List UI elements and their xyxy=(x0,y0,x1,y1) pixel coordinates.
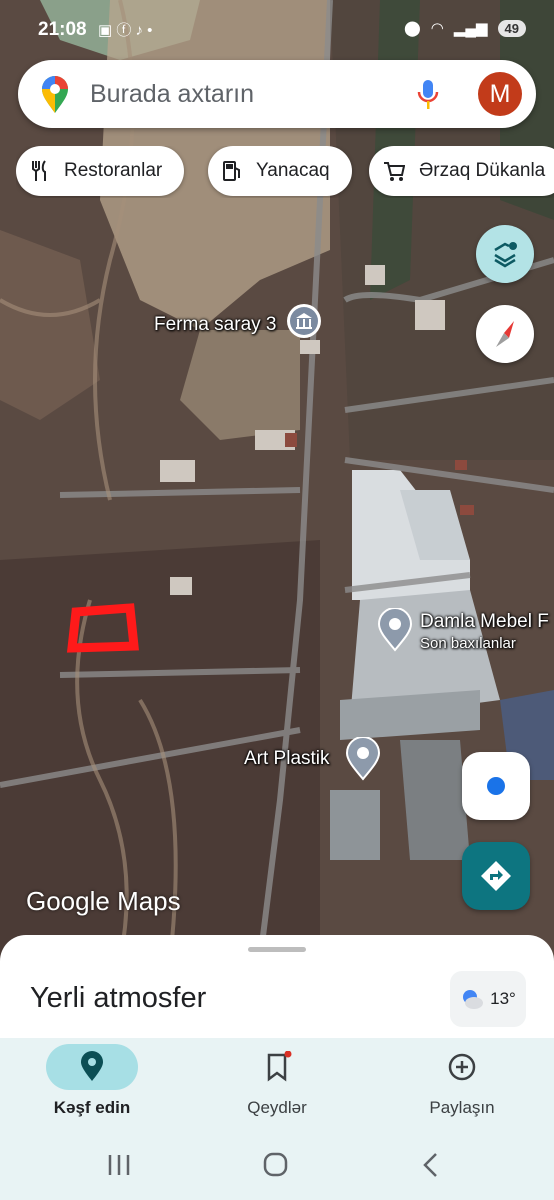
place-pin-icon[interactable] xyxy=(343,737,383,781)
gas-station-icon xyxy=(222,159,242,183)
compass-button[interactable] xyxy=(476,305,534,363)
sheet-drag-handle[interactable] xyxy=(248,947,306,952)
add-circle-icon xyxy=(448,1053,476,1081)
nav-label-contribute: Paylaşın xyxy=(429,1098,495,1117)
nav-label-saved: Qeydlər xyxy=(247,1098,307,1117)
status-right-icons: ⬤ ◠ ▂▄▆ 49 xyxy=(404,19,526,37)
search-bar[interactable]: Burada axtarın M xyxy=(18,60,536,128)
location-dot-icon xyxy=(487,777,505,795)
grocery-cart-icon xyxy=(383,159,405,183)
my-location-button[interactable] xyxy=(462,752,530,820)
directions-icon xyxy=(481,861,511,891)
place-pin-icon[interactable] xyxy=(375,608,415,652)
layers-icon xyxy=(494,242,517,268)
bottom-sheet[interactable]: Yerli atmosfer 13° xyxy=(0,935,554,1050)
bottom-navigation: Kəşf edin Qeydlər Paylaşın xyxy=(0,1038,554,1130)
home-icon[interactable] xyxy=(262,1152,290,1178)
nav-label-explore: Kəşf edin xyxy=(53,1098,131,1117)
place-sublabel-damla: Son baxılanlar xyxy=(420,635,516,652)
satellite-map[interactable]: Ferma saray 3 Damla Mebel F Son baxılanl… xyxy=(0,0,554,960)
location-status-icon: ⬤ xyxy=(403,20,421,37)
nav-explore[interactable]: Kəşf edin xyxy=(0,1038,184,1130)
nav-saved[interactable]: Qeydlər xyxy=(185,1038,369,1130)
chip-grocery[interactable]: Ərzaq Dükanla xyxy=(369,146,554,196)
status-notification-icons: ▣ ⓕ ♪ • xyxy=(98,22,153,39)
bookmark-icon xyxy=(267,1051,292,1082)
search-input[interactable]: Burada axtarın xyxy=(90,80,254,109)
google-maps-logo: Google Maps xyxy=(26,886,181,916)
compass-icon xyxy=(496,321,514,347)
system-navigation-bar xyxy=(0,1130,554,1200)
nav-contribute[interactable]: Paylaşın xyxy=(370,1038,554,1130)
weather-chip[interactable]: 13° xyxy=(450,971,526,1027)
wifi-icon: ◠ xyxy=(430,20,444,37)
chip-restaurants[interactable]: Restoranlar xyxy=(16,146,185,196)
layers-button[interactable] xyxy=(476,225,534,283)
back-icon[interactable] xyxy=(418,1152,446,1178)
restaurant-icon xyxy=(30,159,50,183)
google-maps-pin-icon xyxy=(42,76,68,113)
weather-temp: 13° xyxy=(490,989,516,1008)
place-label-damla[interactable]: Damla Mebel F xyxy=(420,611,549,633)
explore-pin-icon xyxy=(81,1051,103,1081)
museum-icon[interactable] xyxy=(286,303,322,339)
directions-button[interactable] xyxy=(462,842,530,910)
battery-indicator: 49 xyxy=(497,19,526,37)
partly-cloudy-icon xyxy=(463,990,484,1009)
mic-icon[interactable] xyxy=(416,78,440,112)
place-label-ferma[interactable]: Ferma saray 3 xyxy=(154,314,276,336)
chip-fuel[interactable]: Yanacaq xyxy=(208,146,352,196)
recent-apps-icon[interactable] xyxy=(106,1152,134,1178)
account-avatar[interactable]: M xyxy=(478,72,522,116)
category-chips: Restoranlar Yanacaq Ərzaq Dükanla xyxy=(16,146,554,198)
status-bar: 21:08 ▣ ⓕ ♪ • ⬤ ◠ ▂▄▆ 49 xyxy=(0,0,554,58)
sheet-title: Yerli atmosfer xyxy=(30,982,207,1014)
place-label-art-plastik[interactable]: Art Plastik xyxy=(244,748,330,770)
status-time: 21:08 xyxy=(38,19,87,40)
signal-icon: ▂▄▆ xyxy=(453,20,488,37)
